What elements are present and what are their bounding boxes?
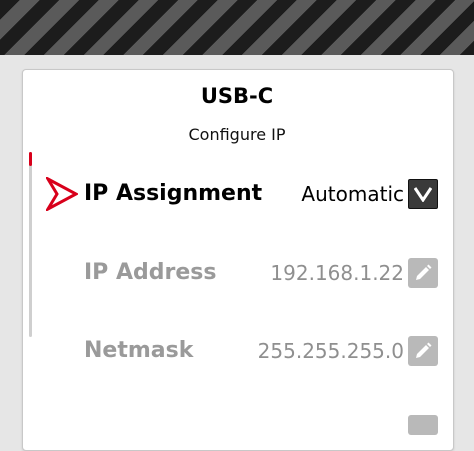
setting-label: Netmask (84, 338, 194, 363)
setting-value: 192.168.1.22 (270, 261, 404, 285)
setting-value: Automatic (301, 182, 404, 206)
dropdown-button[interactable] (408, 179, 438, 209)
hazard-stripe-header (0, 0, 474, 55)
scrollbar-thumb[interactable] (29, 152, 32, 166)
edit-button[interactable] (408, 336, 438, 366)
setting-value: 255.255.255.0 (257, 339, 404, 363)
panel-subtitle: Configure IP (188, 125, 286, 144)
setting-row-ip-assignment[interactable]: IP Assignment Automatic (0, 174, 474, 214)
setting-row-netmask[interactable]: Netmask 255.255.255.0 (0, 331, 474, 371)
edit-button[interactable] (408, 258, 438, 288)
arrow-pointer-icon (43, 175, 80, 213)
setting-label: IP Assignment (84, 181, 263, 206)
pencil-icon (416, 264, 432, 280)
edit-button[interactable] (408, 415, 438, 435)
setting-row-next-partial[interactable] (0, 395, 474, 435)
chevron-down-icon (414, 187, 432, 202)
setting-row-ip-address[interactable]: IP Address 192.168.1.22 (0, 253, 474, 293)
panel-title: USB-C (200, 84, 274, 108)
setting-label: IP Address (84, 260, 217, 285)
pencil-icon (416, 342, 432, 358)
